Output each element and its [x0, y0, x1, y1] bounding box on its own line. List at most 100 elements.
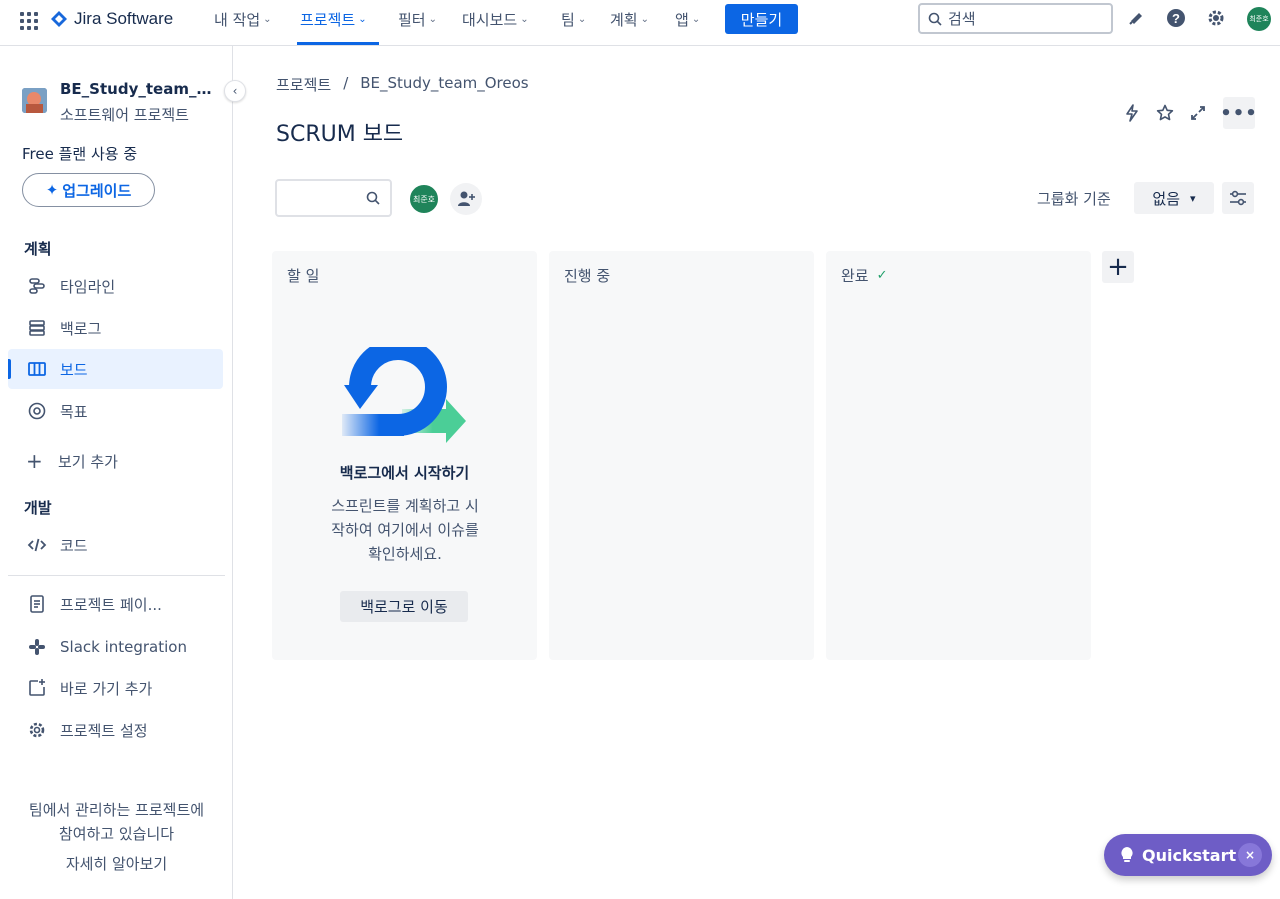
board-search-input[interactable] — [275, 179, 392, 217]
star-icon[interactable] — [1152, 100, 1178, 126]
sidebar-item-goals[interactable]: 목표 — [8, 391, 223, 431]
active-indicator — [8, 359, 11, 379]
sidebar-item-label: 바로 가기 추가 — [60, 679, 153, 698]
nav-projects[interactable]: 프로젝트 ⌄ — [300, 8, 367, 30]
go-to-backlog-button[interactable]: 백로그로 이동 — [340, 591, 468, 622]
nav-label: 대시보드 — [462, 10, 518, 29]
sidebar-item-backlog[interactable]: 백로그 — [8, 308, 223, 348]
add-people-button[interactable] — [450, 183, 482, 215]
global-search-input[interactable]: 검색 — [918, 3, 1113, 34]
project-name[interactable]: BE_Study_team_Or... — [60, 80, 215, 98]
nav-label: 앱 — [675, 10, 689, 29]
board-icon — [8, 359, 60, 379]
project-sidebar: BE_Study_team_Or... 소프트웨어 프로젝트 ‹ Free 플랜… — [0, 46, 246, 899]
automation-icon[interactable] — [1119, 100, 1145, 126]
nav-dashboards[interactable]: 대시보드 ⌄ — [462, 8, 529, 30]
nav-my-work[interactable]: 내 작업 ⌄ — [214, 8, 272, 30]
plus-icon: + — [1107, 252, 1129, 282]
plus-icon: + — [26, 449, 43, 473]
backlog-icon — [8, 318, 60, 338]
sidebar-item-timeline[interactable]: 타임라인 — [8, 266, 223, 306]
upgrade-button[interactable]: ✦ 업그레이드 — [22, 173, 155, 207]
sidebar-item-label: 보기 추가 — [58, 452, 118, 471]
empty-state-description: 스프린트를 계획하고 시 작하여 여기에서 이슈를 확인하세요. — [310, 494, 500, 566]
sidebar-item-label: 타임라인 — [60, 277, 116, 296]
fullscreen-icon[interactable] — [1185, 100, 1211, 126]
sidebar-item-label: 목표 — [60, 402, 88, 421]
more-actions-button[interactable]: ••• — [1220, 97, 1258, 129]
nav-teams[interactable]: 팀 ⌄ — [561, 8, 586, 30]
board-column-in-progress: 진행 중 — [549, 251, 814, 660]
search-placeholder: 검색 — [948, 10, 976, 28]
breadcrumb-projects[interactable]: 프로젝트 — [276, 74, 331, 95]
breadcrumb: 프로젝트 / BE_Study_team_Oreos — [276, 74, 529, 95]
page-title: SCRUM 보드 — [276, 122, 404, 147]
add-column-button[interactable]: + — [1102, 251, 1134, 283]
group-by-select[interactable]: 없음 ▾ — [1134, 182, 1214, 214]
sidebar-item-board[interactable]: 보드 — [8, 349, 223, 389]
column-title: 할 일 — [287, 265, 319, 286]
empty-desc-line: 작하여 여기에서 이슈를 — [331, 521, 479, 539]
collapse-sidebar-button[interactable]: ‹ — [224, 80, 246, 102]
app-switcher-icon[interactable] — [18, 10, 38, 30]
backlog-illustration — [342, 347, 466, 443]
user-avatar[interactable]: 최준호 — [1247, 7, 1271, 31]
app-name: Jira Software — [74, 9, 174, 28]
user-filter-avatar[interactable]: 최준호 — [408, 183, 440, 215]
settings-icon[interactable] — [1204, 6, 1228, 30]
search-icon — [366, 191, 380, 205]
sidebar-item-add-shortcut[interactable]: 바로 가기 추가 — [8, 668, 223, 708]
section-heading-planning: 계획 — [24, 240, 52, 258]
chevron-left-icon: ‹ — [232, 84, 238, 98]
quickstart-button[interactable]: Quickstart × — [1104, 834, 1272, 876]
more-icon: ••• — [1220, 102, 1258, 124]
column-title-text: 할 일 — [287, 267, 320, 285]
board-main: 프로젝트 / BE_Study_team_Oreos SCRUM 보드 ••• … — [234, 46, 1280, 899]
quickstart-close-button[interactable]: × — [1238, 843, 1262, 867]
timeline-icon — [8, 276, 60, 296]
nav-plans[interactable]: 계획 ⌄ — [610, 8, 649, 30]
team-managed-note: 팀에서 관리하는 프로젝트에 참여하고 있습니다 자세히 알아보기 — [0, 798, 233, 876]
notifications-icon[interactable] — [1124, 6, 1148, 30]
sidebar-item-label: 프로젝트 페이... — [60, 595, 162, 614]
nav-label: 팀 — [561, 10, 575, 29]
empty-state-title: 백로그에서 시작하기 — [339, 464, 470, 482]
project-type: 소프트웨어 프로젝트 — [60, 106, 189, 124]
nav-apps[interactable]: 앱 ⌄ — [675, 8, 700, 30]
top-navigation-bar: Jira Software 내 작업 ⌄ 프로젝트 ⌄ 필터 ⌄ 대시보드 ⌄ 팀 ⌄ 계… — [0, 0, 1280, 46]
sidebar-item-project-pages[interactable]: 프로젝트 페이... — [8, 584, 223, 624]
column-title-text: 완료 — [841, 267, 869, 285]
chevron-down-icon: ⌄ — [577, 13, 587, 25]
add-shortcut-icon — [8, 678, 60, 698]
breadcrumb-project[interactable]: BE_Study_team_Oreos — [360, 74, 528, 95]
sidebar-item-label: 프로젝트 설정 — [60, 721, 148, 740]
sidebar-divider — [8, 575, 225, 576]
jira-logo-icon — [51, 11, 67, 27]
chevron-down-icon: ⌄ — [691, 13, 701, 25]
sidebar-item-label: 코드 — [60, 536, 88, 555]
sidebar-item-code[interactable]: 코드 — [8, 525, 223, 565]
sliders-icon — [1230, 190, 1246, 206]
team-note-line: 참여하고 있습니다 — [58, 825, 175, 843]
board-column-todo: 할 일 백로그에서 시작하기 스프린트를 계획하고 시 작하여 여기에서 이슈를… — [272, 251, 537, 660]
learn-more-link[interactable]: 자세히 알아보기 — [0, 852, 233, 876]
team-note-line: 팀에서 관리하는 프로젝트에 — [28, 801, 205, 819]
sidebar-item-slack[interactable]: Slack integration — [8, 627, 223, 667]
board-column-done: 완료 ✓ — [826, 251, 1091, 660]
view-settings-button[interactable] — [1222, 182, 1254, 214]
nav-filters[interactable]: 필터 ⌄ — [398, 8, 437, 30]
create-button[interactable]: 만들기 — [725, 4, 798, 34]
sparkle-icon: ✦ — [45, 181, 59, 199]
help-icon[interactable]: ? — [1164, 6, 1188, 30]
jira-logo[interactable]: Jira Software — [50, 8, 173, 30]
sidebar-item-project-settings[interactable]: 프로젝트 설정 — [8, 710, 223, 750]
chevron-down-icon: ⌄ — [428, 13, 437, 25]
empty-desc-line: 스프린트를 계획하고 시 — [331, 497, 479, 515]
svg-text:?: ? — [1172, 11, 1180, 26]
slack-icon — [8, 637, 60, 657]
add-person-icon — [458, 191, 475, 206]
sidebar-item-add-view[interactable]: + 보기 추가 — [8, 441, 223, 481]
chevron-down-icon: ⌄ — [263, 13, 272, 25]
nav-label: 내 작업 — [214, 10, 261, 29]
code-icon — [8, 535, 60, 555]
